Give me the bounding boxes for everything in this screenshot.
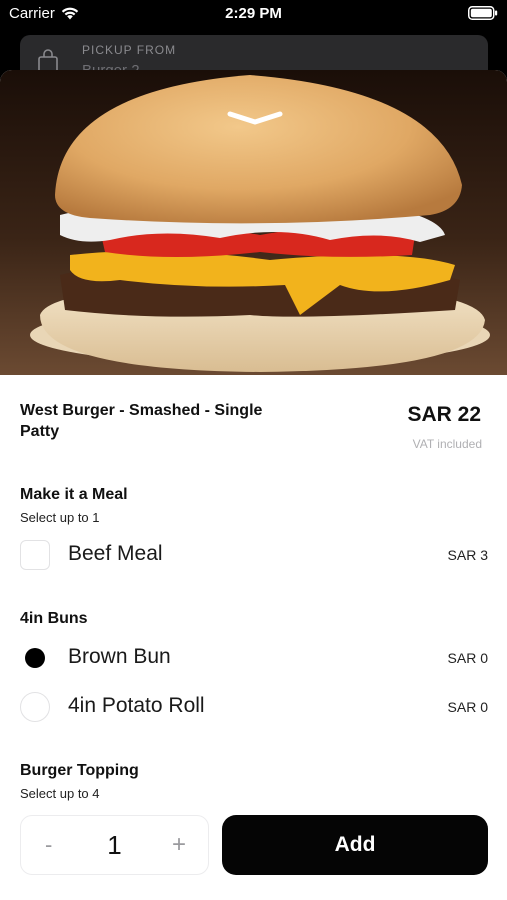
option-label: 4in Potato Roll [68,694,205,717]
radio-button[interactable] [20,643,50,673]
option-label: Brown Bun [68,645,171,668]
option-price: SAR 0 [447,650,488,666]
option-label: Beef Meal [68,542,163,565]
option-potato-roll[interactable]: 4in Potato Roll SAR 0 [0,689,507,729]
quantity-stepper: - 1 + [20,815,209,875]
clock: 2:29 PM [225,5,282,22]
section-subtitle-topping: Select up to 4 [20,786,100,801]
vat-note: VAT included [412,437,482,451]
section-title-buns: 4in Buns [20,610,88,627]
battery-icon [468,6,498,20]
chevron-down-icon[interactable] [226,110,284,126]
option-price: SAR 0 [447,699,488,715]
bottom-action-bar: - 1 + Add [0,815,507,900]
pickup-label: PICKUP FROM [82,43,177,57]
option-beef-meal[interactable]: Beef Meal SAR 3 [0,537,507,577]
status-bar: Carrier 2:29 PM [0,0,507,28]
section-subtitle-meal: Select up to 1 [20,510,100,525]
increment-button[interactable]: + [172,831,186,859]
option-price: SAR 3 [447,547,488,563]
product-sheet: West Burger - Smashed - Single Patty SAR… [0,70,507,900]
add-button[interactable]: Add [222,815,488,875]
section-title-topping: Burger Topping [20,762,139,779]
product-price: SAR 22 [407,403,481,426]
product-name: West Burger - Smashed - Single Patty [20,402,263,440]
section-title-meal: Make it a Meal [20,486,128,503]
option-brown-bun[interactable]: Brown Bun SAR 0 [0,640,507,680]
checkbox[interactable] [20,540,50,570]
radio-button[interactable] [20,692,50,722]
